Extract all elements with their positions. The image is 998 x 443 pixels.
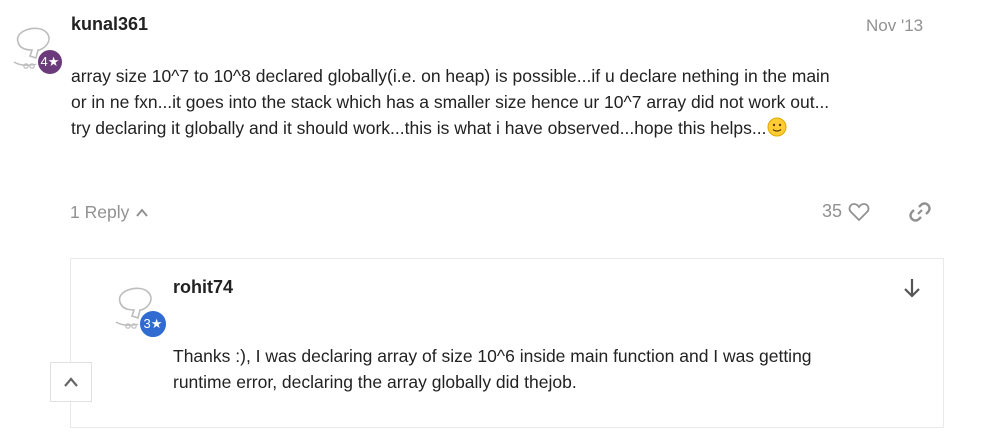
post-body: array size 10^7 to 10^8 declared globall… xyxy=(71,63,971,141)
scroll-to-top-button[interactable] xyxy=(50,362,92,402)
like-count: 35 xyxy=(822,201,843,221)
reply-username[interactable]: rohit74 xyxy=(173,277,233,298)
post-body-line: array size 10^7 to 10^8 declared globall… xyxy=(71,66,830,86)
jump-to-post-button[interactable] xyxy=(901,276,923,300)
link-icon xyxy=(909,202,931,222)
replies-count-label: 1 Reply xyxy=(70,202,130,222)
post-username[interactable]: kunal361 xyxy=(71,14,148,35)
reply-body-line: runtime error, declaring the array globa… xyxy=(173,372,577,392)
reply-body-line: Thanks :), I was declaring array of size… xyxy=(173,346,812,366)
like-button[interactable]: 35 xyxy=(822,201,870,222)
post-body-line: or in ne fxn...it goes into the stack wh… xyxy=(71,92,830,112)
post-date[interactable]: Nov '13 xyxy=(866,16,923,36)
user-level-badge: 4★ xyxy=(36,48,64,76)
arrow-down-icon xyxy=(904,279,920,298)
heart-icon xyxy=(848,202,870,221)
chevron-up-icon xyxy=(136,207,149,217)
replies-toggle-button[interactable]: 1 Reply xyxy=(70,202,149,223)
user-level-badge: 3★ xyxy=(138,309,168,339)
share-link-button[interactable] xyxy=(908,200,932,224)
chevron-up-icon xyxy=(64,377,78,387)
reply-body: Thanks :), I was declaring array of size… xyxy=(173,343,913,395)
post-body-line: try declaring it globally and it should … xyxy=(71,115,971,141)
slightly-smiling-face-icon xyxy=(767,117,787,137)
